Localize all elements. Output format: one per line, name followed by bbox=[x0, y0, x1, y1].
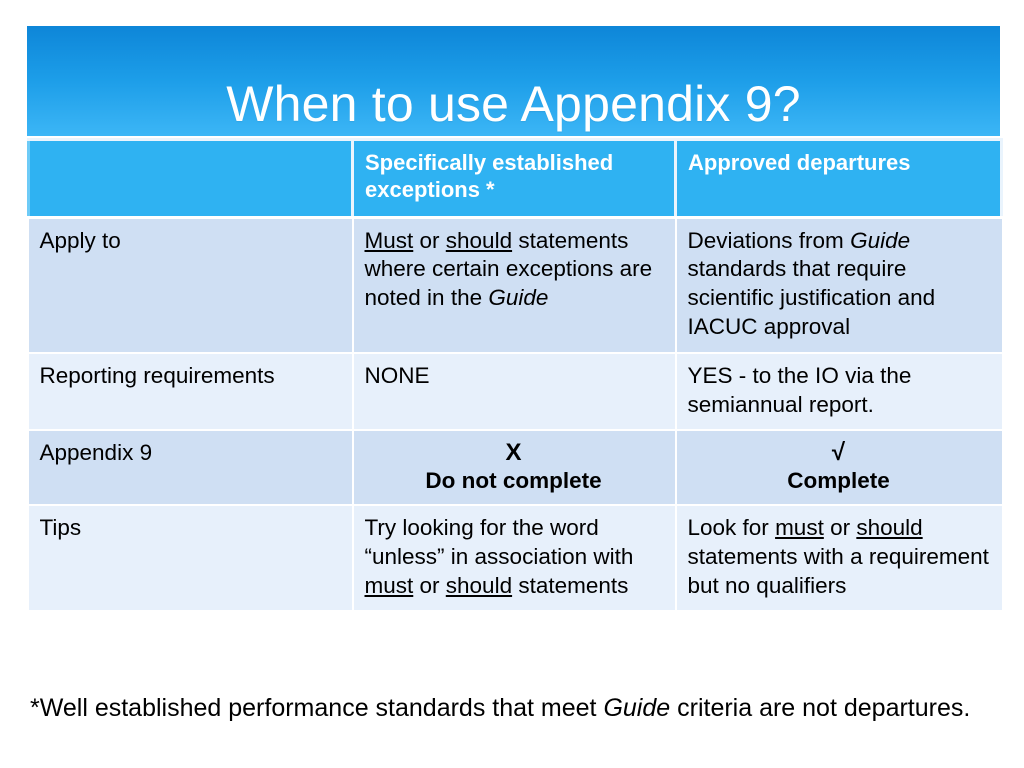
column-header-blank bbox=[27, 138, 353, 219]
footnote: *Well established performance standards … bbox=[30, 694, 971, 722]
row-label-tips: Tips bbox=[28, 505, 353, 613]
cell-appendix9-exceptions: X Do not complete bbox=[351, 430, 676, 507]
page-title: When to use Appendix 9? bbox=[226, 75, 801, 132]
table-row: Apply to Must or should statements where… bbox=[28, 217, 1002, 354]
table-header-row: Specifically established exceptions * Ap… bbox=[27, 138, 1003, 219]
row-label-reporting-requirements: Reporting requirements bbox=[28, 352, 353, 432]
cell-apply-to-exceptions: Must or should statements where certain … bbox=[351, 217, 676, 354]
cell-tips-exceptions: Try looking for the word “unless” in ass… bbox=[351, 505, 676, 613]
table-row: Reporting requirements NONE YES - to the… bbox=[28, 352, 1002, 432]
cell-apply-to-departures: Deviations from Guide standards that req… bbox=[674, 217, 1002, 354]
row-label-appendix-9: Appendix 9 bbox=[28, 430, 353, 507]
cell-tips-departures: Look for must or should statements with … bbox=[674, 505, 1002, 613]
row-label-apply-to: Apply to bbox=[28, 217, 353, 354]
table-row: Appendix 9 X Do not complete √ Complete bbox=[28, 430, 1002, 507]
checkmark-icon: √ bbox=[831, 439, 846, 467]
cell-appendix9-exceptions-label: Do not complete bbox=[425, 468, 602, 494]
column-header-exceptions: Specifically established exceptions * bbox=[351, 138, 676, 219]
comparison-table-wrapper: Specifically established exceptions * Ap… bbox=[27, 138, 1003, 613]
table-body: Apply to Must or should statements where… bbox=[28, 217, 1002, 613]
comparison-table: Specifically established exceptions * Ap… bbox=[27, 138, 1003, 613]
cell-reporting-departures: YES - to the IO via the semiannual repor… bbox=[674, 352, 1002, 432]
table-row: Tips Try looking for the word “unless” i… bbox=[28, 505, 1002, 613]
column-header-departures: Approved departures bbox=[674, 138, 1003, 219]
title-banner: When to use Appendix 9? bbox=[27, 26, 1000, 136]
cell-reporting-exceptions: NONE bbox=[351, 352, 676, 432]
slide: When to use Appendix 9? Specifically est… bbox=[0, 0, 1024, 768]
table-header: Specifically established exceptions * Ap… bbox=[27, 138, 1003, 219]
cross-icon: X bbox=[505, 439, 522, 467]
cell-appendix9-departures-label: Complete bbox=[787, 468, 890, 494]
cell-appendix9-departures: √ Complete bbox=[674, 430, 1002, 507]
